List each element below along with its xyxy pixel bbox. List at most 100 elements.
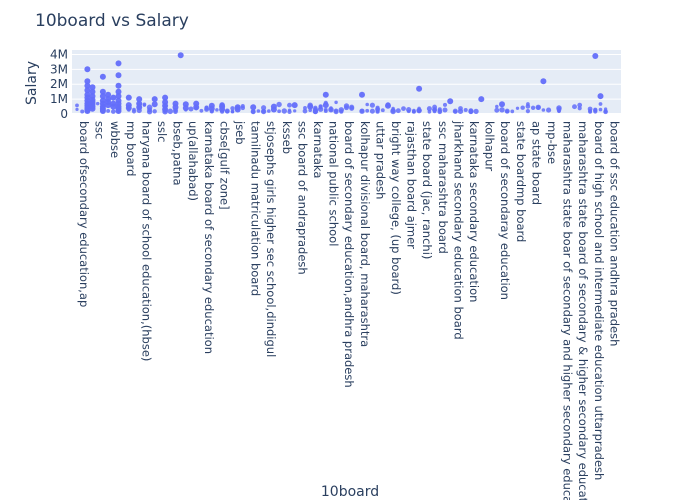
scatter-point: [287, 102, 292, 108]
scatter-point: [391, 106, 395, 111]
scatter-point: [525, 108, 531, 114]
scatter-point: [110, 94, 117, 101]
scatter-point: [277, 109, 281, 114]
y-axis-title: Salary: [24, 61, 40, 105]
scatter-point: [250, 104, 257, 111]
scatter-point: [334, 100, 338, 105]
scatter-point: [597, 93, 604, 100]
scatter-point: [365, 102, 369, 107]
scatter-point: [177, 52, 184, 59]
scatter-point: [588, 109, 593, 113]
scatter-point: [541, 108, 546, 112]
scatter-point: [291, 102, 298, 109]
scatter-point: [167, 108, 174, 115]
scatter-point: [287, 108, 292, 112]
x-tick-label: wbbse: [108, 121, 122, 158]
scatter-point: [359, 91, 365, 98]
scatter-point: [115, 82, 122, 89]
x-tick-label: ssc maharashtra board: [436, 121, 450, 254]
scatter-point: [427, 109, 432, 114]
scatter-point: [106, 108, 111, 113]
y-axis-ticks: 01M2M3M4M: [50, 47, 68, 121]
scatter-point: [530, 105, 536, 111]
x-tick-label: board ofsecondary education,ap: [77, 121, 91, 307]
x-tick-label: board of secondary education,andhra prad…: [342, 121, 356, 388]
y-tick-label: 2M: [50, 77, 68, 91]
scatter-point: [572, 104, 577, 110]
scatter-point: [234, 106, 241, 113]
scatter-point: [256, 109, 261, 113]
scatter-point: [499, 107, 505, 113]
x-axis-title: 10board: [321, 484, 379, 500]
scatter-point: [105, 102, 112, 109]
scatter-point: [99, 73, 106, 80]
scatter-point: [322, 102, 329, 109]
scatter-point: [225, 109, 230, 114]
scatter-point: [375, 105, 380, 110]
x-tick-label: state board (jac, ranchi): [420, 121, 434, 259]
scatter-point: [546, 107, 552, 113]
scatter-point: [110, 109, 116, 114]
x-tick-label: haryana board of school education,(hbse): [139, 121, 153, 361]
x-tick-label: maharashtra state boar of secondary and …: [561, 121, 575, 500]
scatter-point: [495, 104, 499, 109]
x-tick-label: ssc: [93, 121, 107, 139]
scatter-point: [99, 108, 106, 114]
scatter-point: [510, 109, 515, 114]
x-tick-label: tamilnadu matriculation board: [249, 121, 263, 296]
scatter-point: [84, 66, 91, 73]
x-tick-label: karnataka: [311, 121, 325, 178]
scatter-point: [457, 108, 464, 114]
scatter-point: [80, 109, 85, 114]
x-tick-label: bright way college, (up board): [389, 121, 403, 295]
scatter-point: [468, 108, 474, 115]
scatter-point: [603, 109, 608, 114]
scatter-point: [188, 106, 194, 112]
scatter-point: [349, 105, 355, 111]
scatter-point: [293, 109, 297, 113]
scatter-point: [151, 96, 158, 103]
scatter-point: [215, 108, 219, 112]
scatter-point: [110, 103, 117, 110]
scatter-point: [328, 106, 334, 113]
scatter-point: [95, 101, 100, 106]
scatter-point: [556, 106, 562, 112]
scatter-point: [318, 106, 323, 110]
scatter-point: [276, 101, 282, 108]
scatter-point: [505, 109, 510, 114]
scatter-point: [115, 72, 122, 79]
x-tick-label: board of secondaray education: [498, 121, 512, 300]
scatter-point: [323, 107, 328, 112]
scatter-point: [359, 108, 365, 113]
scatter-point: [416, 107, 422, 113]
scatter-point: [540, 78, 547, 85]
scatter-point: [442, 102, 448, 107]
scatter-point: [406, 107, 412, 113]
scatter-point: [395, 108, 401, 114]
scatter-point: [204, 105, 209, 111]
scatter-point: [515, 106, 520, 110]
scatter-point: [208, 105, 215, 112]
scatter-point: [520, 105, 525, 110]
scatter-point: [84, 108, 91, 114]
scatter-point: [385, 102, 391, 109]
y-tick-label: 4M: [50, 47, 68, 61]
scatter-point: [478, 96, 485, 103]
scatter-point: [152, 109, 157, 114]
x-tick-label: karnataka board of secondary education: [202, 121, 216, 354]
x-tick-label: board of high school and intermediate ed…: [592, 121, 606, 480]
y-tick-label: 3M: [50, 62, 68, 76]
x-tick-label: cbse[gulf zone]: [217, 121, 231, 210]
scatter-point: [369, 108, 375, 114]
scatter-point: [270, 106, 277, 113]
scatter-point: [75, 103, 79, 108]
y-tick-label: 0: [60, 107, 68, 121]
scatter-point: [416, 85, 423, 92]
scatter-point: [536, 105, 541, 110]
scatter-point: [494, 107, 500, 113]
scatter-point: [125, 94, 132, 101]
scatter-point: [151, 101, 158, 108]
scatter-point: [369, 102, 375, 108]
scatter-point: [499, 101, 505, 108]
x-tick-label: mp-bse: [545, 121, 559, 164]
